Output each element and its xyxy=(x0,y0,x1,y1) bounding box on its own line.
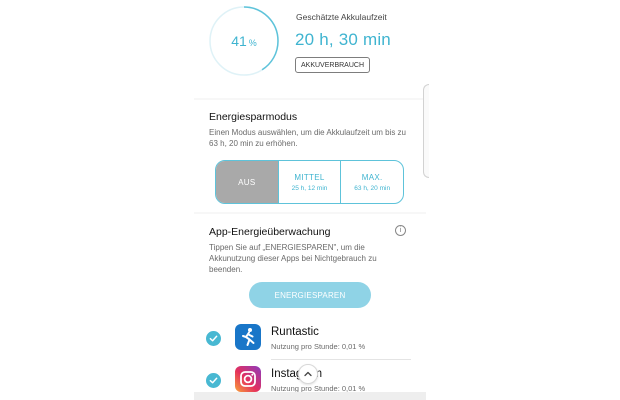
app-power-monitor-description: Tippen Sie auf „ENERGIESPAREN", um die A… xyxy=(209,243,377,274)
mode-medium-label: MITTEL xyxy=(294,172,325,182)
mode-medium-gain: 25 h, 12 min xyxy=(291,184,328,192)
app-name: Runtastic xyxy=(271,326,319,338)
chevron-up-icon xyxy=(304,371,312,377)
battery-percent-number: 41 xyxy=(231,33,247,49)
battery-percent-unit: % xyxy=(248,37,257,48)
power-saving-title: Energiesparmodus xyxy=(209,111,298,123)
app-power-monitor-card: App-Energieüberwachung i Tippen Sie auf … xyxy=(194,214,426,400)
app-usage: Nutzung pro Stunde: 0,01 % xyxy=(271,342,366,351)
instagram-icon xyxy=(235,366,261,392)
battery-card: 41 % Geschätzte Akkulaufzeit 20 h, 30 mi… xyxy=(194,0,426,98)
estimated-runtime-value: 20 h, 30 min xyxy=(295,30,391,49)
power-mode-selector: AUS MITTEL 25 h, 12 min MAX. 63 h, 20 mi… xyxy=(215,160,404,204)
check-icon[interactable] xyxy=(206,373,221,388)
screen: 41 % Geschätzte Akkulaufzeit 20 h, 30 mi… xyxy=(0,0,620,400)
estimated-runtime-label: Geschätzte Akkulaufzeit xyxy=(296,12,387,22)
power-saving-card: Energiesparmodus Einen Modus auswählen, … xyxy=(194,100,426,212)
scroll-to-top-button[interactable] xyxy=(298,364,318,384)
row-divider xyxy=(271,359,411,360)
edge-panel-handle[interactable] xyxy=(423,84,429,178)
mode-max-gain: 63 h, 20 min xyxy=(354,184,391,192)
battery-settings-screen: 41 % Geschätzte Akkulaufzeit 20 h, 30 mi… xyxy=(194,0,426,400)
power-saving-description: Einen Modus auswählen, um die Akkulaufze… xyxy=(209,128,406,148)
app-row-runtastic[interactable]: Runtastic Nutzung pro Stunde: 0,01 % xyxy=(194,320,426,360)
mode-off-option[interactable]: AUS xyxy=(216,161,279,203)
check-icon[interactable] xyxy=(206,331,221,346)
mode-max-option[interactable]: MAX. 63 h, 20 min xyxy=(341,161,403,203)
mode-off-label: AUS xyxy=(238,177,256,187)
battery-percentage: 41 % xyxy=(208,5,280,77)
save-power-button[interactable]: ENERGIESPAREN xyxy=(249,282,371,308)
navigation-bar-edge xyxy=(194,392,426,400)
mode-medium-option[interactable]: MITTEL 25 h, 12 min xyxy=(279,161,342,203)
info-icon[interactable]: i xyxy=(395,225,406,236)
app-power-monitor-title: App-Energieüberwachung xyxy=(209,226,331,238)
runtastic-icon xyxy=(235,324,261,350)
battery-usage-button[interactable]: AKKUVERBRAUCH xyxy=(295,57,371,73)
mode-max-label: MAX. xyxy=(361,172,383,182)
